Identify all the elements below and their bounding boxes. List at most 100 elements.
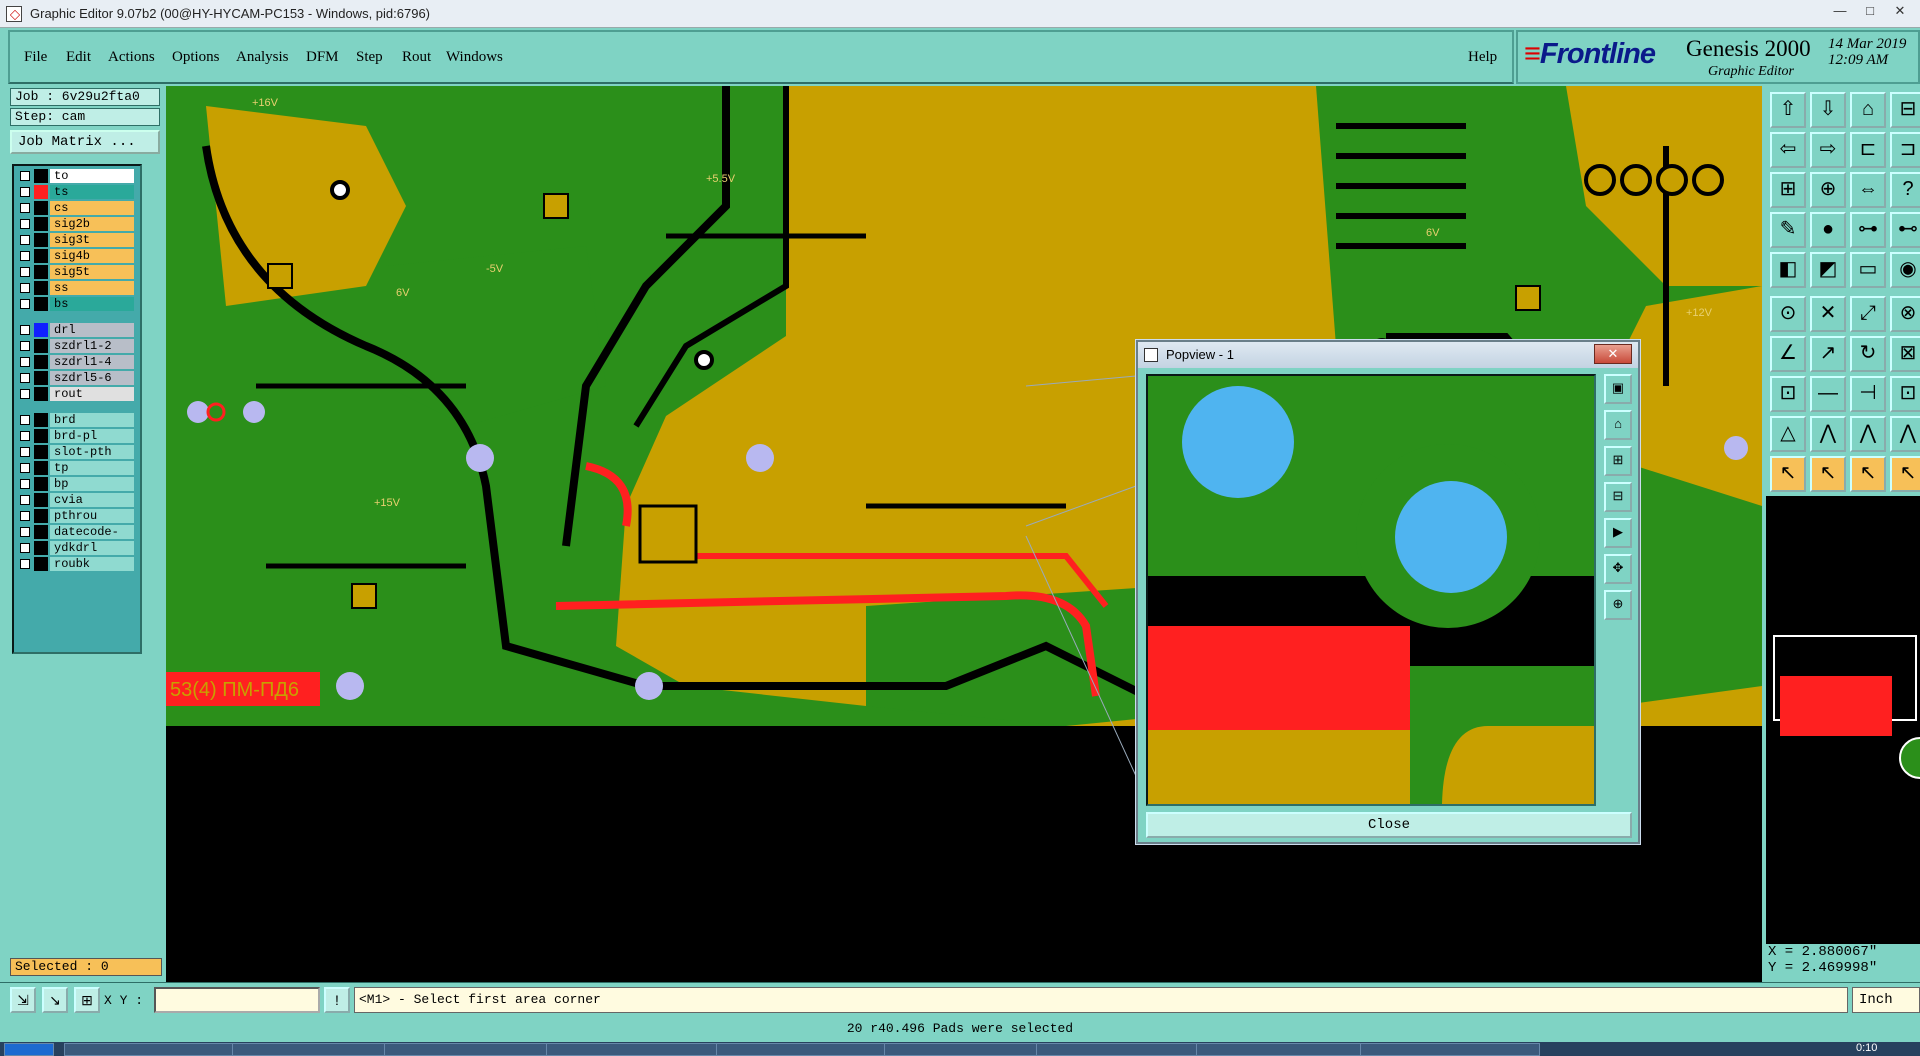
taskbar-item[interactable] [384, 1043, 564, 1056]
popview-close-icon[interactable]: ✕ [1594, 344, 1632, 364]
layer-row[interactable]: datecode-pte [16, 524, 138, 553]
layer-checkbox[interactable] [20, 527, 30, 537]
layer-color-swatch[interactable] [34, 339, 48, 353]
layer-color-swatch[interactable] [34, 525, 48, 539]
layer-color-swatch[interactable] [34, 461, 48, 475]
rect-icon[interactable]: ▭ [1850, 252, 1886, 288]
layer-checkbox[interactable] [20, 219, 30, 229]
overview-map[interactable] [1766, 496, 1920, 944]
triangle-c-icon[interactable]: ⋀ [1850, 416, 1886, 452]
layer-checkbox[interactable] [20, 203, 30, 213]
layer-checkbox[interactable] [20, 543, 30, 553]
layer-checkbox[interactable] [20, 415, 30, 425]
measure-icon[interactable]: ↘ [42, 987, 68, 1013]
layer-color-swatch[interactable] [34, 201, 48, 215]
right-icon[interactable]: ⇨ [1810, 132, 1846, 168]
menu-file[interactable]: File [24, 49, 47, 66]
circle-icon[interactable]: ◉ [1890, 252, 1920, 288]
layer-checkbox[interactable] [20, 299, 30, 309]
box-c-icon[interactable]: ⊡ [1890, 376, 1920, 412]
xy-input[interactable] [154, 987, 320, 1013]
layer-color-swatch[interactable] [34, 297, 48, 311]
unit-selector[interactable]: Inch [1852, 987, 1920, 1013]
layer-row[interactable]: roubk [16, 556, 138, 572]
layer-checkbox[interactable] [20, 389, 30, 399]
layer-color-swatch[interactable] [34, 355, 48, 369]
layer-checkbox[interactable] [20, 357, 30, 367]
info-icon[interactable]: ! [324, 987, 350, 1013]
layer-checkbox[interactable] [20, 235, 30, 245]
layer-row[interactable]: cs [16, 200, 138, 216]
box-a-icon[interactable]: ⊠ [1890, 336, 1920, 372]
popview-zoom-out-icon[interactable]: ⊟ [1604, 482, 1632, 512]
rotate-icon[interactable]: ↻ [1850, 336, 1886, 372]
panel-icon[interactable]: ⊟ [1890, 92, 1920, 128]
draw-icon[interactable]: ✎ [1770, 212, 1806, 248]
snap-icon[interactable]: ⇲ [10, 987, 36, 1013]
layer-checkbox[interactable] [20, 373, 30, 383]
taskbar-item[interactable] [1036, 1043, 1216, 1056]
layer-color-swatch[interactable] [34, 371, 48, 385]
popview-zoom-in-icon[interactable]: ⊞ [1604, 446, 1632, 476]
delete-icon[interactable]: ✕ [1810, 296, 1846, 332]
layer-color-swatch[interactable] [34, 413, 48, 427]
layer-checkbox[interactable] [20, 511, 30, 521]
layer-checkbox[interactable] [20, 283, 30, 293]
pointer-d-icon[interactable]: ↖ [1890, 456, 1920, 492]
bracket-left-icon[interactable]: ⊏ [1850, 132, 1886, 168]
layer-checkbox[interactable] [20, 495, 30, 505]
target-icon[interactable]: ⊙ [1770, 296, 1806, 332]
grid-icon[interactable]: ⊞ [74, 987, 100, 1013]
triangle-d-icon[interactable]: ⋀ [1890, 416, 1920, 452]
popview-canvas[interactable] [1146, 374, 1596, 806]
menu-options[interactable]: Options [172, 49, 220, 66]
taskbar-item[interactable] [1360, 1043, 1540, 1056]
popview-window-icon[interactable]: ✥ [1604, 554, 1632, 584]
layer-checkbox[interactable] [20, 463, 30, 473]
move-down-icon[interactable]: ⇩ [1810, 92, 1846, 128]
line-b-icon[interactable]: ⊷ [1890, 212, 1920, 248]
job-matrix-button[interactable]: Job Matrix ... [10, 130, 160, 154]
layer-row[interactable]: to [16, 168, 138, 184]
layer-checkbox[interactable] [20, 325, 30, 335]
taskbar-item[interactable] [1196, 1043, 1376, 1056]
layer-checkbox[interactable] [20, 251, 30, 261]
pointer-c-icon[interactable]: ↖ [1850, 456, 1886, 492]
fit-icon[interactable]: ⊞ [1770, 172, 1806, 208]
layer-color-swatch[interactable] [34, 541, 48, 555]
layer-checkbox[interactable] [20, 559, 30, 569]
layer-row[interactable]: cvia [16, 492, 138, 508]
layer-row[interactable]: ts [16, 184, 138, 200]
menu-actions[interactable]: Actions [108, 49, 155, 66]
menu-analysis[interactable]: Analysis [236, 49, 289, 66]
layer-color-swatch[interactable] [34, 445, 48, 459]
dash-icon[interactable]: — [1810, 376, 1846, 412]
minimize-icon[interactable]: — [1826, 2, 1854, 20]
triangle-b-icon[interactable]: ⋀ [1810, 416, 1846, 452]
center-icon[interactable]: ⊕ [1810, 172, 1846, 208]
layer-row[interactable]: sig4b [16, 248, 138, 264]
left-icon[interactable]: ⇦ [1770, 132, 1806, 168]
layer-row[interactable]: brd-pl [16, 428, 138, 444]
layer-checkbox[interactable] [20, 267, 30, 277]
menu-edit[interactable]: Edit [66, 49, 91, 66]
layer-row[interactable]: bs [16, 296, 138, 312]
taskbar-item[interactable] [716, 1043, 896, 1056]
cross-icon[interactable]: ⊗ [1890, 296, 1920, 332]
layer-checkbox[interactable] [20, 431, 30, 441]
layer-a-icon[interactable]: ◧ [1770, 252, 1806, 288]
layer-color-swatch[interactable] [34, 233, 48, 247]
layer-color-swatch[interactable] [34, 323, 48, 337]
layer-checkbox[interactable] [20, 479, 30, 489]
menu-step[interactable]: Step [356, 49, 383, 66]
layer-color-swatch[interactable] [34, 265, 48, 279]
triangle-a-icon[interactable]: △ [1770, 416, 1806, 452]
layer-row[interactable]: tp [16, 460, 138, 476]
help-icon[interactable]: ? [1890, 172, 1920, 208]
layer-color-swatch[interactable] [34, 509, 48, 523]
layer-row[interactable]: ydkdrl [16, 540, 138, 556]
layer-color-swatch[interactable] [34, 217, 48, 231]
box-b-icon[interactable]: ⊡ [1770, 376, 1806, 412]
menu-help[interactable]: Help [1468, 49, 1497, 66]
layer-row[interactable]: drl [16, 322, 138, 338]
